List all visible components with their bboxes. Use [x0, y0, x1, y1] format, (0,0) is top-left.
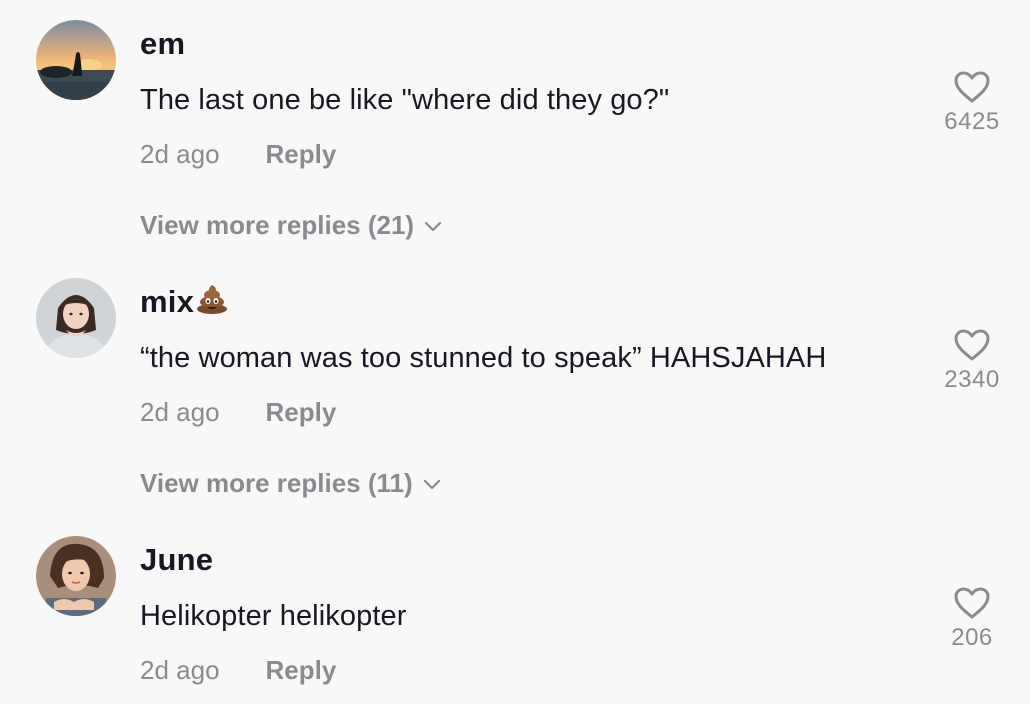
comment-meta: 2d ago Reply	[140, 139, 336, 170]
reply-button[interactable]: Reply	[266, 139, 337, 169]
username[interactable]: June	[140, 542, 213, 578]
like-button[interactable]: 6425	[927, 70, 1017, 136]
like-button[interactable]: 2340	[927, 328, 1017, 394]
timestamp: 2d ago	[140, 655, 220, 685]
username[interactable]: mix	[140, 284, 228, 322]
comment-text: “the woman was too stunned to speak” HAH…	[140, 342, 827, 374]
comment-text: Helikopter helikopter	[140, 600, 407, 632]
comment-meta: 2d ago Reply	[140, 655, 336, 686]
heart-outline-icon	[954, 71, 990, 103]
view-more-replies-label: View more replies (21)	[140, 210, 415, 240]
chevron-down-icon	[424, 221, 442, 232]
view-more-replies-button[interactable]: View more replies (11)	[140, 468, 441, 499]
avatar[interactable]	[36, 278, 116, 358]
reply-button[interactable]: Reply	[266, 655, 337, 685]
like-count: 6425	[944, 108, 1000, 135]
girl-portrait-icon	[36, 536, 116, 616]
comment-meta: 2d ago Reply	[140, 397, 336, 428]
timestamp: 2d ago	[140, 397, 220, 427]
like-button[interactable]: 206	[927, 586, 1017, 652]
heart-outline-icon	[954, 587, 990, 619]
heart-outline-icon	[954, 329, 990, 361]
poop-emoji-icon	[196, 284, 228, 322]
chevron-down-icon	[423, 479, 440, 490]
like-count: 2340	[944, 366, 1000, 393]
girl-heart-hands-icon	[36, 278, 116, 358]
view-more-replies-button[interactable]: View more replies (21)	[140, 210, 442, 241]
username-text: mix	[140, 284, 195, 319]
username[interactable]: em	[140, 26, 185, 62]
view-more-replies-label: View more replies (11)	[140, 468, 413, 498]
like-count: 206	[951, 624, 993, 651]
reply-button[interactable]: Reply	[266, 397, 337, 427]
sunset-silhouette-icon	[36, 20, 116, 100]
timestamp: 2d ago	[140, 139, 220, 169]
comment-text: The last one be like "where did they go?…	[140, 84, 670, 116]
avatar[interactable]	[36, 536, 116, 616]
avatar[interactable]	[36, 20, 116, 100]
